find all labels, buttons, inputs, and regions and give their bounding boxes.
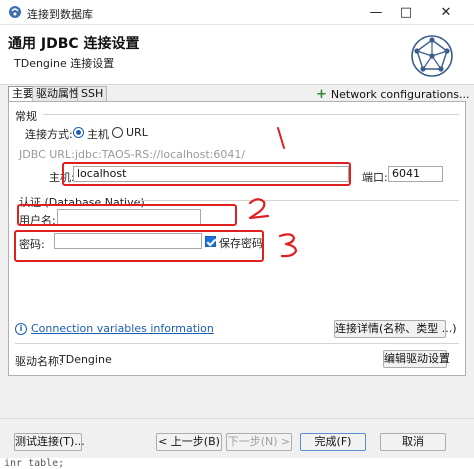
jdbc-url-label: JDBC URL: [19,148,75,161]
radio-url[interactable] [112,127,123,138]
driver-name-label: 驱动名称: [15,355,63,368]
network-pentagon-icon [411,35,453,77]
window-titlebar: 连接到数据库 — □ ✕ [0,0,474,25]
finish-button[interactable]: 完成(F) [300,433,366,451]
cancel-button[interactable]: 取消 [380,433,446,451]
background-editor-strip [0,458,474,469]
port-input[interactable]: 6041 [388,166,443,182]
minimize-icon[interactable]: — [360,0,392,25]
connect-method-label: 连接方式: [25,128,73,141]
next-button[interactable]: 下一步(N) > [226,433,292,451]
radio-url-label[interactable]: URL [126,126,148,139]
connection-variables-link[interactable]: Connection variables information [31,322,214,335]
window-title: 连接到数据库 [27,8,93,21]
edit-driver-settings-button[interactable]: 编辑驱动设置 [383,350,450,368]
general-group-label: 常规 [15,110,37,123]
tab-ssh[interactable]: SSH [77,86,108,102]
general-group-divider [43,114,459,115]
page-title: 通用 JDBC 连接设置 [8,36,140,52]
annotation-box-username [17,204,237,226]
page-subtitle: TDengine 连接设置 [14,57,115,70]
network-configurations-button[interactable]: + Network configurations... [316,87,470,102]
annotation-box-host [62,162,351,186]
annotation-box-password [14,230,264,262]
info-icon: i [15,323,27,335]
close-icon[interactable]: ✕ [430,0,462,25]
radio-host[interactable] [73,127,84,138]
auth-group-divider [137,200,459,201]
driver-name-value: TDengine [59,353,112,366]
back-button[interactable]: < 上一步(B) [156,433,222,451]
background-code-text: inr table; [4,458,65,469]
footer-divider [0,418,474,419]
plus-icon: + [316,87,327,102]
dialog-header: 通用 JDBC 连接设置 TDengine 连接设置 [0,25,474,85]
radio-host-label[interactable]: 主机 [87,126,109,142]
driver-divider [15,343,459,344]
port-label: 端口: [362,171,388,184]
jdbc-url-field: jdbc:TAOS-RS://localhost:6041/ [75,148,246,161]
test-connection-button[interactable]: 测试连接(T)... [14,433,85,451]
maximize-icon[interactable]: □ [390,0,422,25]
connection-details-button[interactable]: 连接详情(名称、类型 ...) [334,320,457,338]
database-plug-icon [9,6,21,18]
network-configurations-label: Network configurations... [330,88,470,101]
tab-bar: 主要 驱动属性 SSH + Network configurations... [0,85,474,103]
